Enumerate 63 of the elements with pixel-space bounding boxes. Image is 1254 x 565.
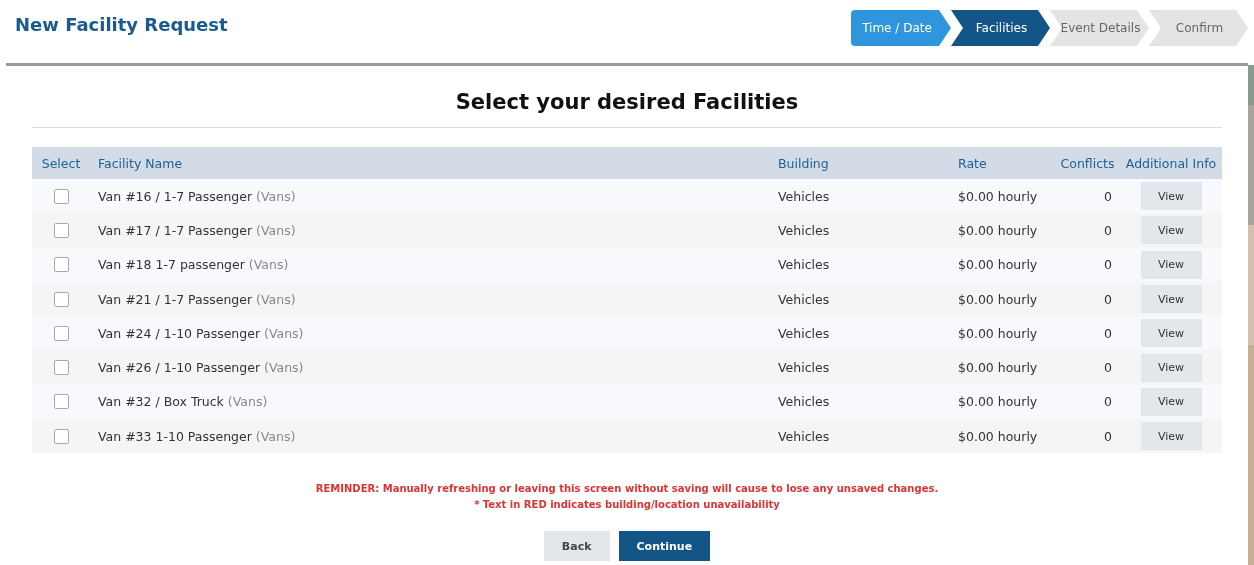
column-header: Building [777, 155, 830, 171]
view-button[interactable]: View [1140, 182, 1202, 211]
building-cell-text: Vehicles [777, 428, 831, 444]
select-checkbox[interactable] [53, 188, 69, 204]
continue-button[interactable]: Continue [618, 531, 711, 562]
rate-cell-text: $0.00 hourly [957, 394, 1039, 410]
view-button[interactable]: View [1140, 319, 1202, 348]
rate-cell-text: $0.00 hourly [957, 188, 1039, 204]
rate-cell-text: $0.00 hourly [957, 428, 1039, 444]
column-header: Facility Name [97, 155, 184, 171]
facility-name: Van #24 / 1-10 Passenger (Vans) [97, 325, 305, 341]
rate-cell-text: $0.00 hourly [957, 360, 1039, 376]
conflicts-cell-text: 0 [1103, 325, 1113, 341]
view-button[interactable]: View [1140, 353, 1202, 382]
view-button[interactable]: View [1140, 285, 1202, 314]
page-title: New Facility Request [15, 14, 228, 35]
building-cell-text: Vehicles [777, 257, 831, 273]
select-checkbox[interactable] [53, 257, 69, 273]
facility-name: Van #26 / 1-10 Passenger (Vans) [97, 360, 305, 376]
building-cell-text: Vehicles [777, 325, 831, 341]
select-checkbox[interactable] [53, 394, 69, 410]
select-checkbox[interactable] [53, 360, 69, 376]
select-checkbox[interactable] [53, 222, 69, 238]
view-button[interactable]: View [1140, 250, 1202, 279]
conflicts-cell-text: 0 [1103, 222, 1113, 238]
conflicts-cell-text: 0 [1103, 428, 1113, 444]
conflicts-cell-text: 0 [1103, 257, 1113, 273]
rate-cell-text: $0.00 hourly [957, 257, 1039, 273]
view-button[interactable]: View [1140, 216, 1202, 245]
column-header: Additional Info [1124, 155, 1218, 171]
wizard-step[interactable]: Facilities [951, 10, 1050, 46]
select-checkbox[interactable] [53, 325, 69, 341]
back-button[interactable]: Back [543, 531, 610, 562]
column-header: Rate [957, 155, 988, 171]
select-checkbox[interactable] [53, 291, 69, 307]
select-checkbox[interactable] [53, 428, 69, 444]
view-button[interactable]: View [1140, 422, 1202, 451]
view-button[interactable]: View [1140, 387, 1202, 416]
wizard-step[interactable]: Confirm [1149, 10, 1248, 46]
facility-name: Van #32 / Box Truck (Vans) [97, 394, 269, 410]
facility-name: Van #18 1-7 passenger (Vans) [97, 257, 290, 273]
building-cell-text: Vehicles [777, 360, 831, 376]
conflicts-cell-text: 0 [1103, 188, 1113, 204]
facility-name: Van #33 1-10 Passenger (Vans) [97, 428, 297, 444]
column-header: Conflicts [1059, 155, 1116, 171]
reminder-text: * Text in RED indicates building/location unavailability [473, 498, 781, 513]
conflicts-cell-text: 0 [1103, 360, 1113, 376]
column-header: Select [40, 155, 82, 171]
building-cell-text: Vehicles [777, 291, 831, 307]
building-cell-text: Vehicles [777, 222, 831, 238]
wizard-step[interactable]: Event Details [1050, 10, 1149, 46]
building-cell-text: Vehicles [777, 188, 831, 204]
rate-cell-text: $0.00 hourly [957, 325, 1039, 341]
facility-name: Van #16 / 1-7 Passenger (Vans) [97, 188, 297, 204]
conflicts-cell-text: 0 [1103, 291, 1113, 307]
section-heading: Select your desired Facilities [32, 90, 1222, 128]
building-cell-text: Vehicles [777, 394, 831, 410]
reminder-text: REMINDER: Manually refreshing or leaving this screen without saving will cause to lose any unsaved changes. [314, 482, 940, 497]
rate-cell-text: $0.00 hourly [957, 291, 1039, 307]
facility-name: Van #21 / 1-7 Passenger (Vans) [97, 291, 297, 307]
rate-cell-text: $0.00 hourly [957, 222, 1039, 238]
facility-name: Van #17 / 1-7 Passenger (Vans) [97, 222, 297, 238]
conflicts-cell-text: 0 [1103, 394, 1113, 410]
